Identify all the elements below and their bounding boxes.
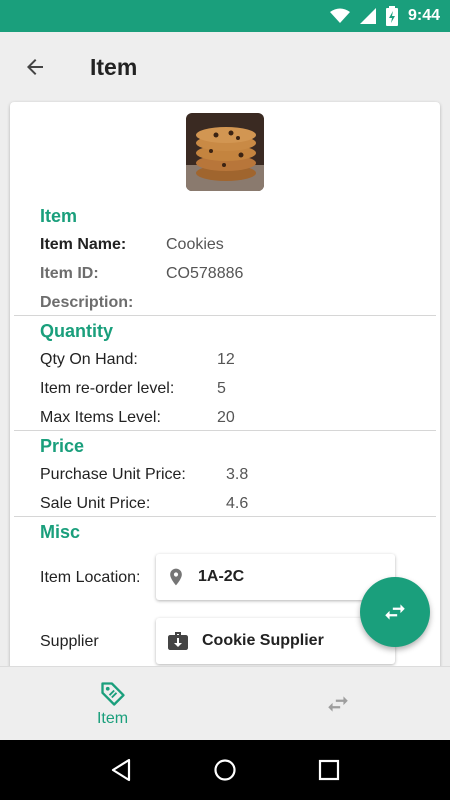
bottom-navigation: Item [0,666,450,740]
page-title: Item [90,53,138,80]
supplier-field[interactable]: Cookie Supplier [156,618,395,664]
sale-unit-price-value: 4.6 [226,495,249,512]
location-pin-icon [170,568,182,586]
swap-arrows-icon [385,604,405,620]
section-title-price: Price [40,436,85,456]
purchase-unit-price-label: Purchase Unit Price: [40,466,186,483]
divider [14,516,436,517]
item-id-value: CO578886 [166,265,244,282]
item-location-value: 1A-2C [198,568,245,585]
wifi-icon [329,8,350,23]
briefcase-download-icon [168,632,188,650]
back-button[interactable] [0,32,70,102]
qty-on-hand-label: Qty On Hand: [40,351,138,368]
system-navigation-bar [0,740,450,800]
nav-home-icon[interactable] [213,758,237,782]
supplier-value: Cookie Supplier [202,632,324,649]
battery-charging-icon [385,6,398,26]
status-time: 9:44 [407,7,440,24]
app-bar: Item [0,32,450,102]
max-items-level-value: 20 [217,409,235,426]
swap-fab-button[interactable] [360,577,430,647]
signal-icon [359,8,376,24]
status-bar: 9:44 [0,0,450,32]
supplier-label: Supplier [40,633,99,650]
item-location-field[interactable]: 1A-2C [156,554,395,600]
tag-icon [100,682,125,706]
back-arrow-icon [27,59,43,75]
section-title-item: Item [40,206,78,226]
tab-transactions[interactable] [225,667,450,741]
nav-back-icon[interactable] [110,758,132,782]
purchase-unit-price-value: 3.8 [226,466,249,483]
item-name-label: Item Name: [40,236,127,253]
nav-recents-icon[interactable] [318,759,340,781]
item-name-value: Cookies [166,236,224,253]
reorder-level-label: Item re-order level: [40,380,175,397]
section-title-misc: Misc [40,522,81,542]
item-location-label: Item Location: [40,569,141,586]
description-label: Description: [40,294,134,311]
tab-item-label: Item [96,710,129,727]
qty-on-hand-value: 12 [217,351,235,368]
tab-item[interactable]: Item [0,667,225,741]
sale-unit-price-label: Sale Unit Price: [40,495,151,512]
divider [14,315,436,316]
reorder-level-value: 5 [217,380,226,397]
item-image [186,113,264,191]
max-items-level-label: Max Items Level: [40,409,161,426]
swap-arrows-icon [327,696,348,712]
divider [14,430,436,431]
section-title-quantity: Quantity [40,321,114,341]
item-id-label: Item ID: [40,265,99,282]
